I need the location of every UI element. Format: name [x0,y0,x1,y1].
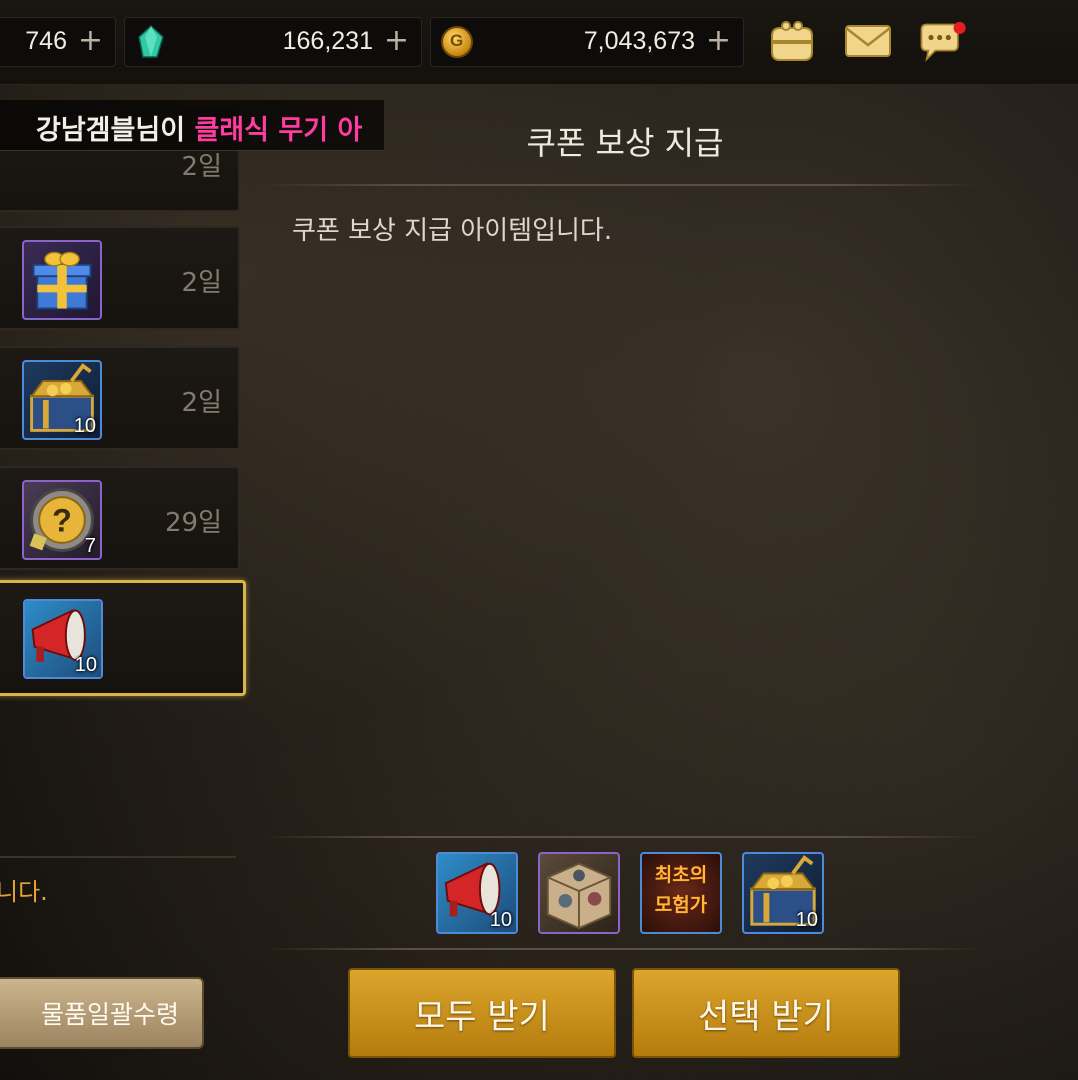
item-thumbnail [22,240,102,320]
reward-item[interactable] [538,852,620,934]
rewards-divider-top [262,836,982,838]
notice-player: 강남겜블님이 [36,115,195,146]
notice-banner: 강남겜블님이 클래식 무기 아 [0,100,384,151]
gold-box: 7,043,673 + [430,17,744,67]
list-item-selected[interactable]: 10 [0,580,246,696]
gem-box: 166,231 + [124,17,422,67]
reward-label: 최초의 모험가 [654,864,708,916]
title-divider [262,184,982,186]
item-quantity: 7 [84,535,96,557]
gem-icon [138,25,164,58]
item-thumbnail: 10 [23,599,103,679]
days-remaining: 2일 [181,152,222,182]
coin-icon [441,26,473,58]
detail-title: 쿠폰 보상 지급 [526,124,724,162]
receive-all-button[interactable]: 모두 받기 [348,968,616,1058]
gift-box-icon [32,251,92,310]
gem-value: 166,231 [282,27,373,55]
detail-description: 쿠폰 보상 지급 아이템입니다. [292,216,613,246]
left-divider [0,856,236,858]
days-remaining: 29일 [164,508,222,538]
currency-bar: 746 + 166,231 + 7,043,673 + [0,0,1078,85]
item-quantity: 10 [73,415,96,437]
item-quantity: 10 [74,654,97,676]
title-scroll-icon: 최초의 모험가 [646,860,716,920]
bulk-receive-button[interactable]: 물품일괄수령 [0,977,204,1049]
gold-value: 7,043,673 [583,27,695,55]
gem-plus-button[interactable]: + [384,26,409,56]
reward-quantity: 10 [795,909,818,931]
notice-text: 강남겜블님이 클래식 무기 아 [36,108,362,147]
reward-item[interactable]: 10 [742,852,824,934]
reward-item[interactable]: 최초의 모험가 [640,852,722,934]
rewards-divider-bottom [262,948,982,950]
item-thumbnail: 10 [22,360,102,440]
left-footer-text: 니다. [0,878,48,906]
notice-highlight: 클래식 무기 아 [194,115,363,146]
chat-icon[interactable] [918,18,970,64]
stamina-value: 746 [25,27,67,55]
purse-icon[interactable] [766,18,818,64]
stamina-box: 746 + [0,17,116,67]
item-thumbnail: ? 7 [22,480,102,560]
stamina-plus-button[interactable]: + [78,26,103,56]
days-remaining: 2일 [181,388,222,418]
gold-plus-button[interactable]: + [706,26,731,56]
days-remaining: 2일 [181,268,222,298]
reward-quantity: 10 [489,909,512,931]
list-item[interactable]: 2일 [0,226,240,330]
list-item[interactable]: 10 2일 [0,346,240,450]
receive-selected-button[interactable]: 선택 받기 [632,968,900,1058]
mail-icon[interactable] [842,18,894,64]
svg-text:?: ? [52,502,72,538]
item-crate-icon [546,862,612,930]
reward-item[interactable]: 10 [436,852,518,934]
list-item[interactable]: ? 7 29일 [0,466,240,570]
